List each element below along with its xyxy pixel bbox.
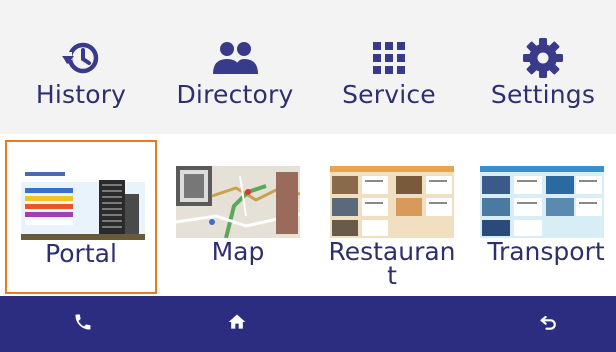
service-grid-icon [312, 36, 466, 80]
app-tile-portal[interactable]: Portal [5, 140, 157, 294]
transport-thumbnail [480, 166, 604, 238]
phone-button[interactable] [6, 296, 160, 352]
map-thumbnail [176, 166, 300, 238]
phone-icon [73, 312, 93, 336]
back-icon [539, 312, 559, 336]
top-menu-bar: History Directory Service Settings [0, 0, 616, 134]
home-button[interactable] [160, 296, 314, 352]
directory-label: Directory [176, 80, 294, 109]
directory-button[interactable]: Directory [158, 14, 312, 126]
portal-thumbnail [21, 168, 145, 240]
directory-icon [158, 36, 312, 80]
service-label: Service [342, 80, 436, 109]
history-button[interactable]: History [4, 14, 158, 126]
home-icon [227, 312, 247, 336]
map-label: Map [211, 237, 265, 266]
app-tile-transport[interactable]: Transport [470, 140, 616, 294]
app-tile-restaurant[interactable]: Restauran t [316, 140, 468, 294]
history-icon [4, 36, 158, 80]
history-label: History [35, 80, 127, 109]
back-button[interactable] [472, 296, 616, 352]
restaurant-thumbnail [330, 166, 454, 238]
transport-label: Transport [487, 237, 605, 266]
restaurant-label: Restauran t [328, 237, 456, 290]
service-button[interactable]: Service [312, 14, 466, 126]
portal-label: Portal [45, 239, 117, 268]
settings-gear-icon [466, 36, 616, 80]
app-tile-map[interactable]: Map [162, 140, 314, 294]
settings-button[interactable]: Settings [466, 14, 616, 126]
bottom-nav-bar [0, 296, 616, 352]
settings-label: Settings [490, 80, 596, 109]
